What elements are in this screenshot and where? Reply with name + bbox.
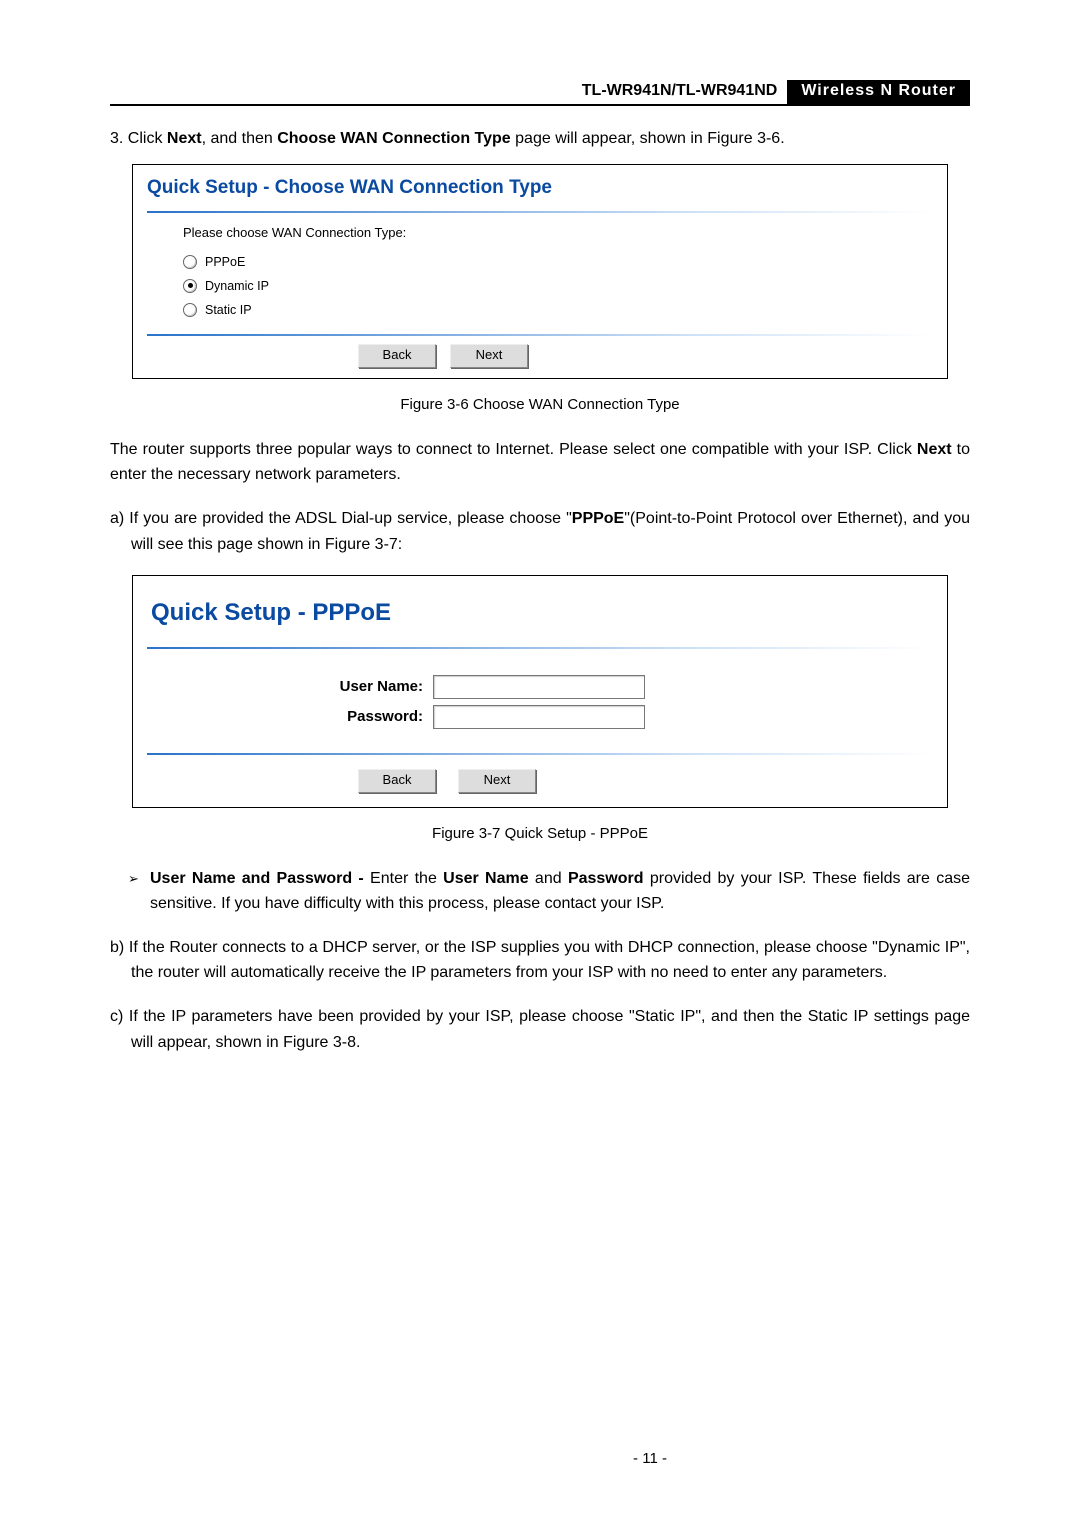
figure-3-7: Quick Setup - PPPoE User Name: Password:… — [132, 575, 948, 807]
item-a: a) If you are provided the ADSL Dial-up … — [131, 506, 970, 557]
item-b: b) If the Router connects to a DHCP serv… — [131, 935, 970, 986]
password-label: Password: — [133, 705, 433, 729]
model-number: TL-WR941N/TL-WR941ND — [582, 80, 788, 104]
figure-3-7-caption: Figure 3-7 Quick Setup - PPPoE — [110, 822, 970, 846]
device-name-badge: Wireless N Router — [787, 80, 970, 104]
next-button[interactable]: Next — [458, 769, 536, 793]
device-name: Wireless N Router — [801, 82, 956, 100]
radio-checked-icon — [183, 279, 197, 293]
paragraph-supports: The router supports three popular ways t… — [110, 437, 970, 488]
back-button[interactable]: Back — [358, 769, 436, 793]
page-number: - 11 - — [110, 1450, 1080, 1467]
password-input[interactable] — [433, 705, 645, 729]
bullet-username-password: ➢ User Name and Password - Enter the Use… — [128, 866, 970, 917]
document-header: TL-WR941N/TL-WR941ND Wireless N Router — [110, 80, 970, 106]
wan-type-prompt: Please choose WAN Connection Type: — [183, 223, 947, 244]
figure-3-7-title: Quick Setup - PPPoE — [133, 576, 947, 646]
radio-unchecked-icon — [183, 303, 197, 317]
back-button[interactable]: Back — [358, 344, 436, 368]
radio-unchecked-icon — [183, 255, 197, 269]
bullet-icon: ➢ — [128, 866, 150, 917]
wan-type-options: Please choose WAN Connection Type: PPPoE… — [133, 213, 947, 334]
figure-3-6: Quick Setup - Choose WAN Connection Type… — [132, 164, 948, 379]
username-label: User Name: — [133, 675, 433, 699]
item-c: c) If the IP parameters have been provid… — [131, 1004, 970, 1055]
figure-3-6-title: Quick Setup - Choose WAN Connection Type — [133, 165, 947, 211]
pppoe-form: User Name: Password: — [133, 649, 947, 753]
step-3-text: 3. Click Next, and then Choose WAN Conne… — [110, 126, 970, 152]
username-input[interactable] — [433, 675, 645, 699]
option-static-ip[interactable]: Static IP — [183, 300, 947, 320]
next-button[interactable]: Next — [450, 344, 528, 368]
option-pppoe[interactable]: PPPoE — [183, 252, 947, 272]
option-dynamic-ip[interactable]: Dynamic IP — [183, 276, 947, 296]
figure-3-6-caption: Figure 3-6 Choose WAN Connection Type — [110, 393, 970, 417]
